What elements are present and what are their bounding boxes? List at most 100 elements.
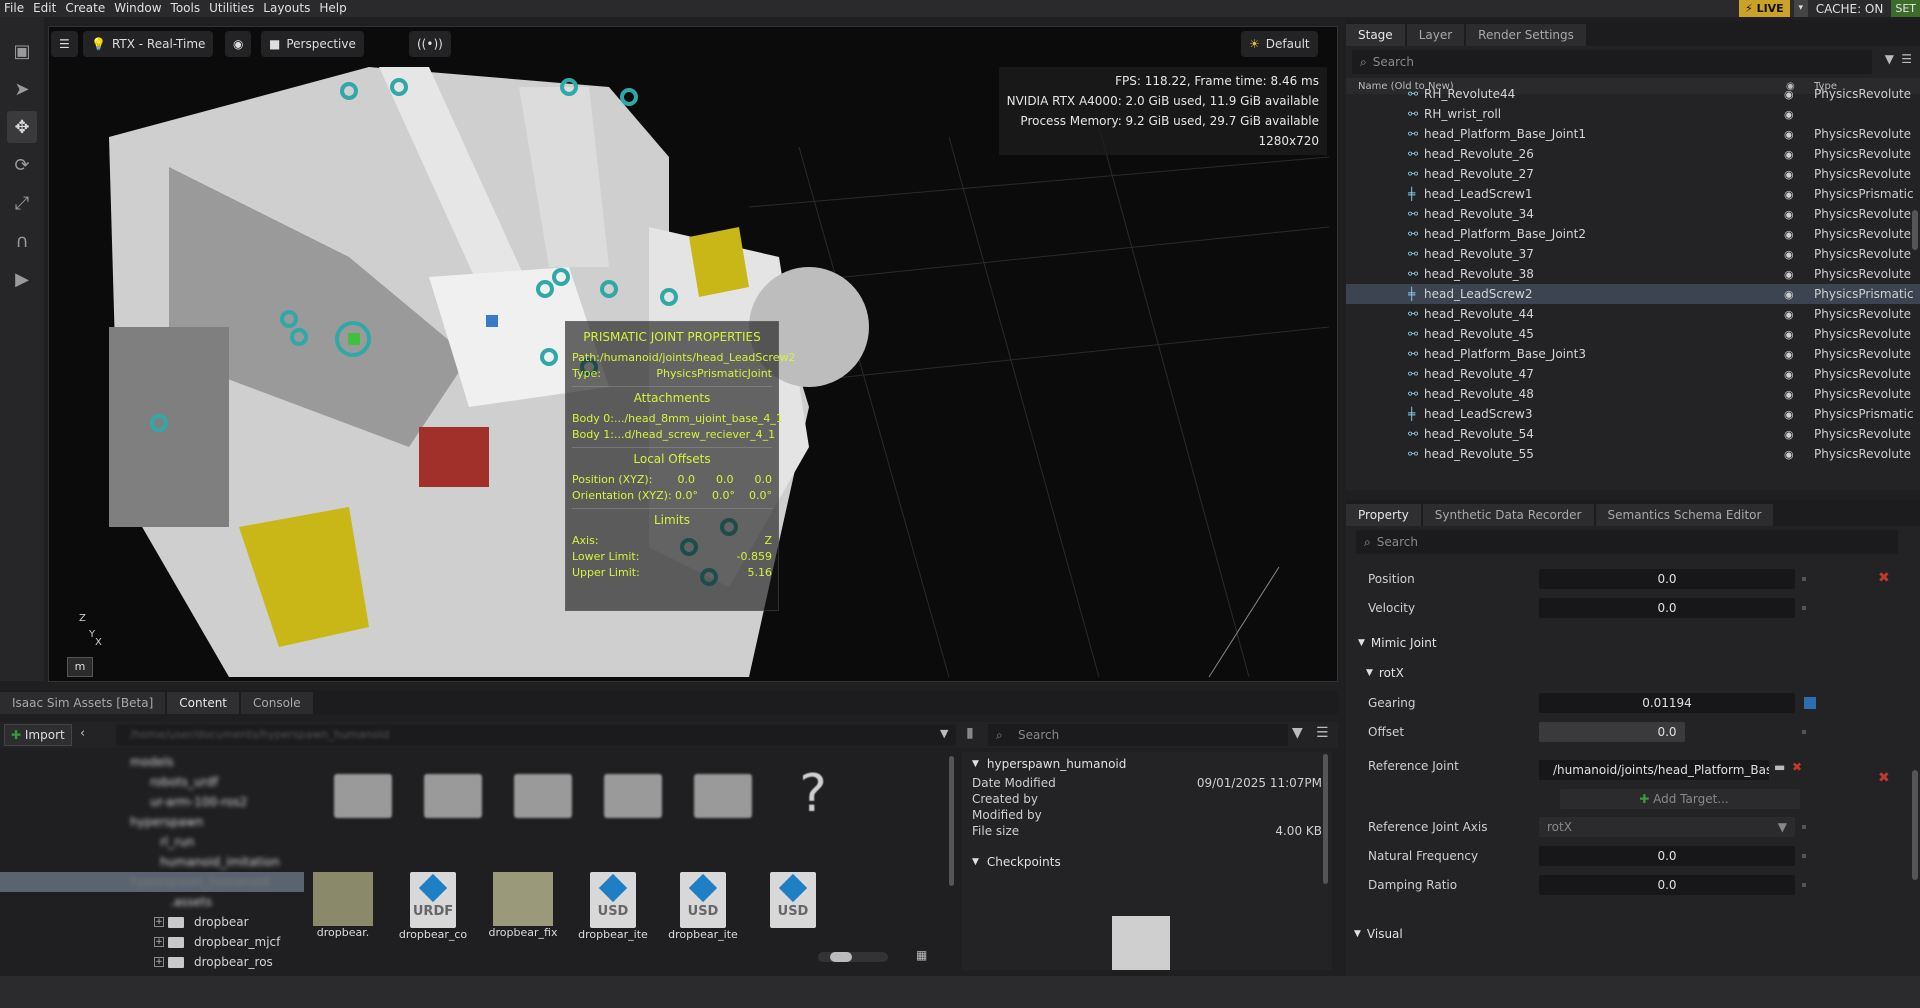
cache-status[interactable]: CACHE: ON: [1812, 2, 1888, 16]
remove-icon[interactable]: ✖: [1878, 570, 1890, 586]
stage-tree-row[interactable]: ╪ head_LeadScrew2 ◉ PhysicsPrismatic: [1346, 284, 1920, 304]
grid-view-icon[interactable]: ▦: [916, 948, 927, 962]
visibility-eye-icon[interactable]: ◉: [1784, 148, 1794, 161]
tab-layer[interactable]: Layer: [1406, 24, 1465, 46]
stage-tree-row[interactable]: ⚯ RH_Revolute44 ◉ PhysicsRevolute: [1346, 84, 1920, 104]
visibility-eye-icon[interactable]: ◉: [1784, 348, 1794, 361]
select-arrow-icon[interactable]: ➤: [7, 73, 37, 105]
grid-file[interactable]: dropbear.: [308, 872, 378, 939]
settings-badge[interactable]: SET: [1891, 0, 1920, 17]
detail-scrollbar[interactable]: [1323, 754, 1328, 884]
visibility-eye-icon[interactable]: ◉: [1784, 208, 1794, 221]
visibility-eye-icon[interactable]: ◉: [1784, 288, 1794, 301]
lighting-button[interactable]: ☀ Default: [1241, 31, 1318, 57]
stage-tree-row[interactable]: ⚯ head_Revolute_55 ◉ PhysicsRevolute: [1346, 444, 1920, 464]
folder-row[interactable]: + dropbear_ros: [0, 952, 304, 970]
grid-folder[interactable]: [418, 768, 488, 818]
rotx-section[interactable]: ▼ rotX: [1346, 658, 1920, 688]
grid-file[interactable]: URDF dropbear_co: [398, 872, 468, 941]
tab-content[interactable]: Content: [167, 692, 240, 714]
stage-tree-row[interactable]: ⚯ head_Revolute_54 ◉ PhysicsRevolute: [1346, 424, 1920, 444]
expand-icon[interactable]: +: [154, 917, 164, 927]
expand-icon[interactable]: +: [154, 957, 164, 967]
select-cube-icon[interactable]: ▣: [7, 35, 37, 67]
property-scrollbar[interactable]: [1912, 770, 1918, 880]
visibility-eye-icon[interactable]: ◉: [1784, 308, 1794, 321]
visibility-eye-icon[interactable]: ◉: [1784, 268, 1794, 281]
visual-section[interactable]: ▼ Visual: [1346, 919, 1920, 949]
visibility-eye-icon[interactable]: ◉: [1784, 368, 1794, 381]
stage-scrollbar[interactable]: [1912, 210, 1918, 250]
stage-tree-row[interactable]: ⚯ head_Revolute_48 ◉ PhysicsRevolute: [1346, 384, 1920, 404]
gearing-field[interactable]: 0.01194: [1539, 692, 1795, 713]
import-button[interactable]: ✚ Import: [4, 724, 72, 746]
filter-icon[interactable]: ▼: [1292, 725, 1303, 741]
back-arrow-icon[interactable]: ‹: [80, 726, 85, 741]
visibility-eye-icon[interactable]: ◉: [1784, 328, 1794, 341]
sensor-button[interactable]: ((•)): [409, 31, 451, 57]
stage-tree-row[interactable]: ⚯ head_Revolute_47 ◉ PhysicsRevolute: [1346, 364, 1920, 384]
grid-file[interactable]: USD dropbear_ite: [668, 872, 738, 941]
visibility-eye-icon[interactable]: ◉: [1784, 468, 1794, 469]
stage-tree-row[interactable]: ⚯ head_Platform_Base_Joint1 ◉ PhysicsRevolu…: [1346, 124, 1920, 144]
viewport-settings-button[interactable]: ☰: [51, 31, 78, 57]
reference-axis-select[interactable]: rotX ▼: [1539, 816, 1795, 837]
property-search-input[interactable]: ⌕ Search: [1356, 530, 1898, 554]
grid-unknown-file[interactable]: ?: [778, 764, 848, 824]
tab-render-settings[interactable]: Render Settings: [1466, 24, 1586, 46]
rotate-icon[interactable]: ⟳: [7, 149, 37, 181]
thumbnail-size-slider[interactable]: [818, 952, 888, 962]
visibility-eye-icon[interactable]: ◉: [1784, 168, 1794, 181]
stage-tree-row[interactable]: ⚯ head_Revolute_44 ◉ PhysicsRevolute: [1346, 304, 1920, 324]
position-field[interactable]: 0.0: [1539, 568, 1795, 589]
stage-tree-row[interactable]: ⚯ head_Platform_Base_Joint3 ◉ PhysicsRevolu…: [1346, 344, 1920, 364]
bookmark-icon[interactable]: ▮: [966, 725, 974, 741]
visibility-eye-icon[interactable]: ◉: [1784, 248, 1794, 261]
live-dropdown-icon[interactable]: ▾: [1793, 0, 1808, 17]
grid-file[interactable]: USD: [758, 872, 828, 928]
visibility-eye-icon[interactable]: ◉: [1784, 408, 1794, 421]
clear-reference-icon[interactable]: ✖: [1792, 760, 1802, 774]
tab-stage[interactable]: Stage: [1346, 24, 1405, 46]
remove-icon[interactable]: ✖: [1878, 770, 1890, 786]
menu-layouts[interactable]: Layouts: [259, 0, 315, 17]
visibility-button[interactable]: ◉: [225, 31, 252, 57]
velocity-field[interactable]: 0.0: [1539, 597, 1795, 618]
stage-menu-icon[interactable]: ☰: [1901, 52, 1912, 66]
visibility-eye-icon[interactable]: ◉: [1784, 228, 1794, 241]
folder-icon[interactable]: ▬: [1774, 760, 1785, 774]
stage-tree-row[interactable]: ╪ head_LeadScrew3 ◉ PhysicsPrismatic: [1346, 404, 1920, 424]
grid-folder[interactable]: [508, 768, 578, 818]
visibility-eye-icon[interactable]: ◉: [1784, 188, 1794, 201]
path-input[interactable]: /home/user/documents/hyperspawn_humanoid: [116, 724, 956, 746]
grid-folder[interactable]: [598, 768, 668, 818]
grid-folder[interactable]: [328, 768, 398, 818]
menu-create[interactable]: Create: [61, 0, 110, 17]
stage-tree-row[interactable]: ⚯ head_Revolute_26 ◉ PhysicsRevolute: [1346, 144, 1920, 164]
stage-tree-row[interactable]: ⚯ head_Revolute_37 ◉ PhysicsRevolute: [1346, 244, 1920, 264]
stage-search-input[interactable]: ⌕ Search: [1352, 50, 1872, 74]
scale-icon[interactable]: ⤢: [7, 187, 37, 219]
grid-file[interactable]: USD dropbear_ite: [578, 872, 648, 941]
filter-icon[interactable]: ▼: [1885, 52, 1894, 66]
renderer-button[interactable]: 💡 RTX - Real-Time: [83, 31, 214, 57]
damping-ratio-field[interactable]: 0.0: [1539, 874, 1795, 895]
menu-window[interactable]: Window: [110, 0, 166, 17]
live-button[interactable]: ⚡ LIVE: [1739, 0, 1790, 17]
menu-utilities[interactable]: Utilities: [205, 0, 259, 17]
tab-synthetic-data-recorder[interactable]: Synthetic Data Recorder: [1422, 504, 1594, 526]
reference-joint-field[interactable]: /humanoid/joints/head_Platform_Base_Join…: [1539, 760, 1769, 780]
visibility-eye-icon[interactable]: ◉: [1784, 428, 1794, 441]
tab-isaac-sim-assets[interactable]: Isaac Sim Assets [Beta]: [0, 692, 166, 714]
chevron-down-icon[interactable]: ▼: [940, 727, 948, 740]
stage-tree-row[interactable]: ⚯ head_Revolute_27 ◉ PhysicsRevolute: [1346, 164, 1920, 184]
visibility-eye-icon[interactable]: ◉: [1784, 88, 1794, 101]
checkpoints-header[interactable]: ▼ Checkpoints: [962, 850, 1332, 874]
tab-console[interactable]: Console: [241, 692, 313, 714]
grid-scrollbar[interactable]: [949, 756, 954, 886]
move-icon[interactable]: ✥: [7, 111, 37, 143]
tab-property[interactable]: Property: [1346, 504, 1421, 526]
content-menu-icon[interactable]: ☰: [1316, 725, 1329, 741]
grid-folder[interactable]: [688, 768, 758, 818]
offset-field[interactable]: 0.0: [1539, 722, 1795, 742]
